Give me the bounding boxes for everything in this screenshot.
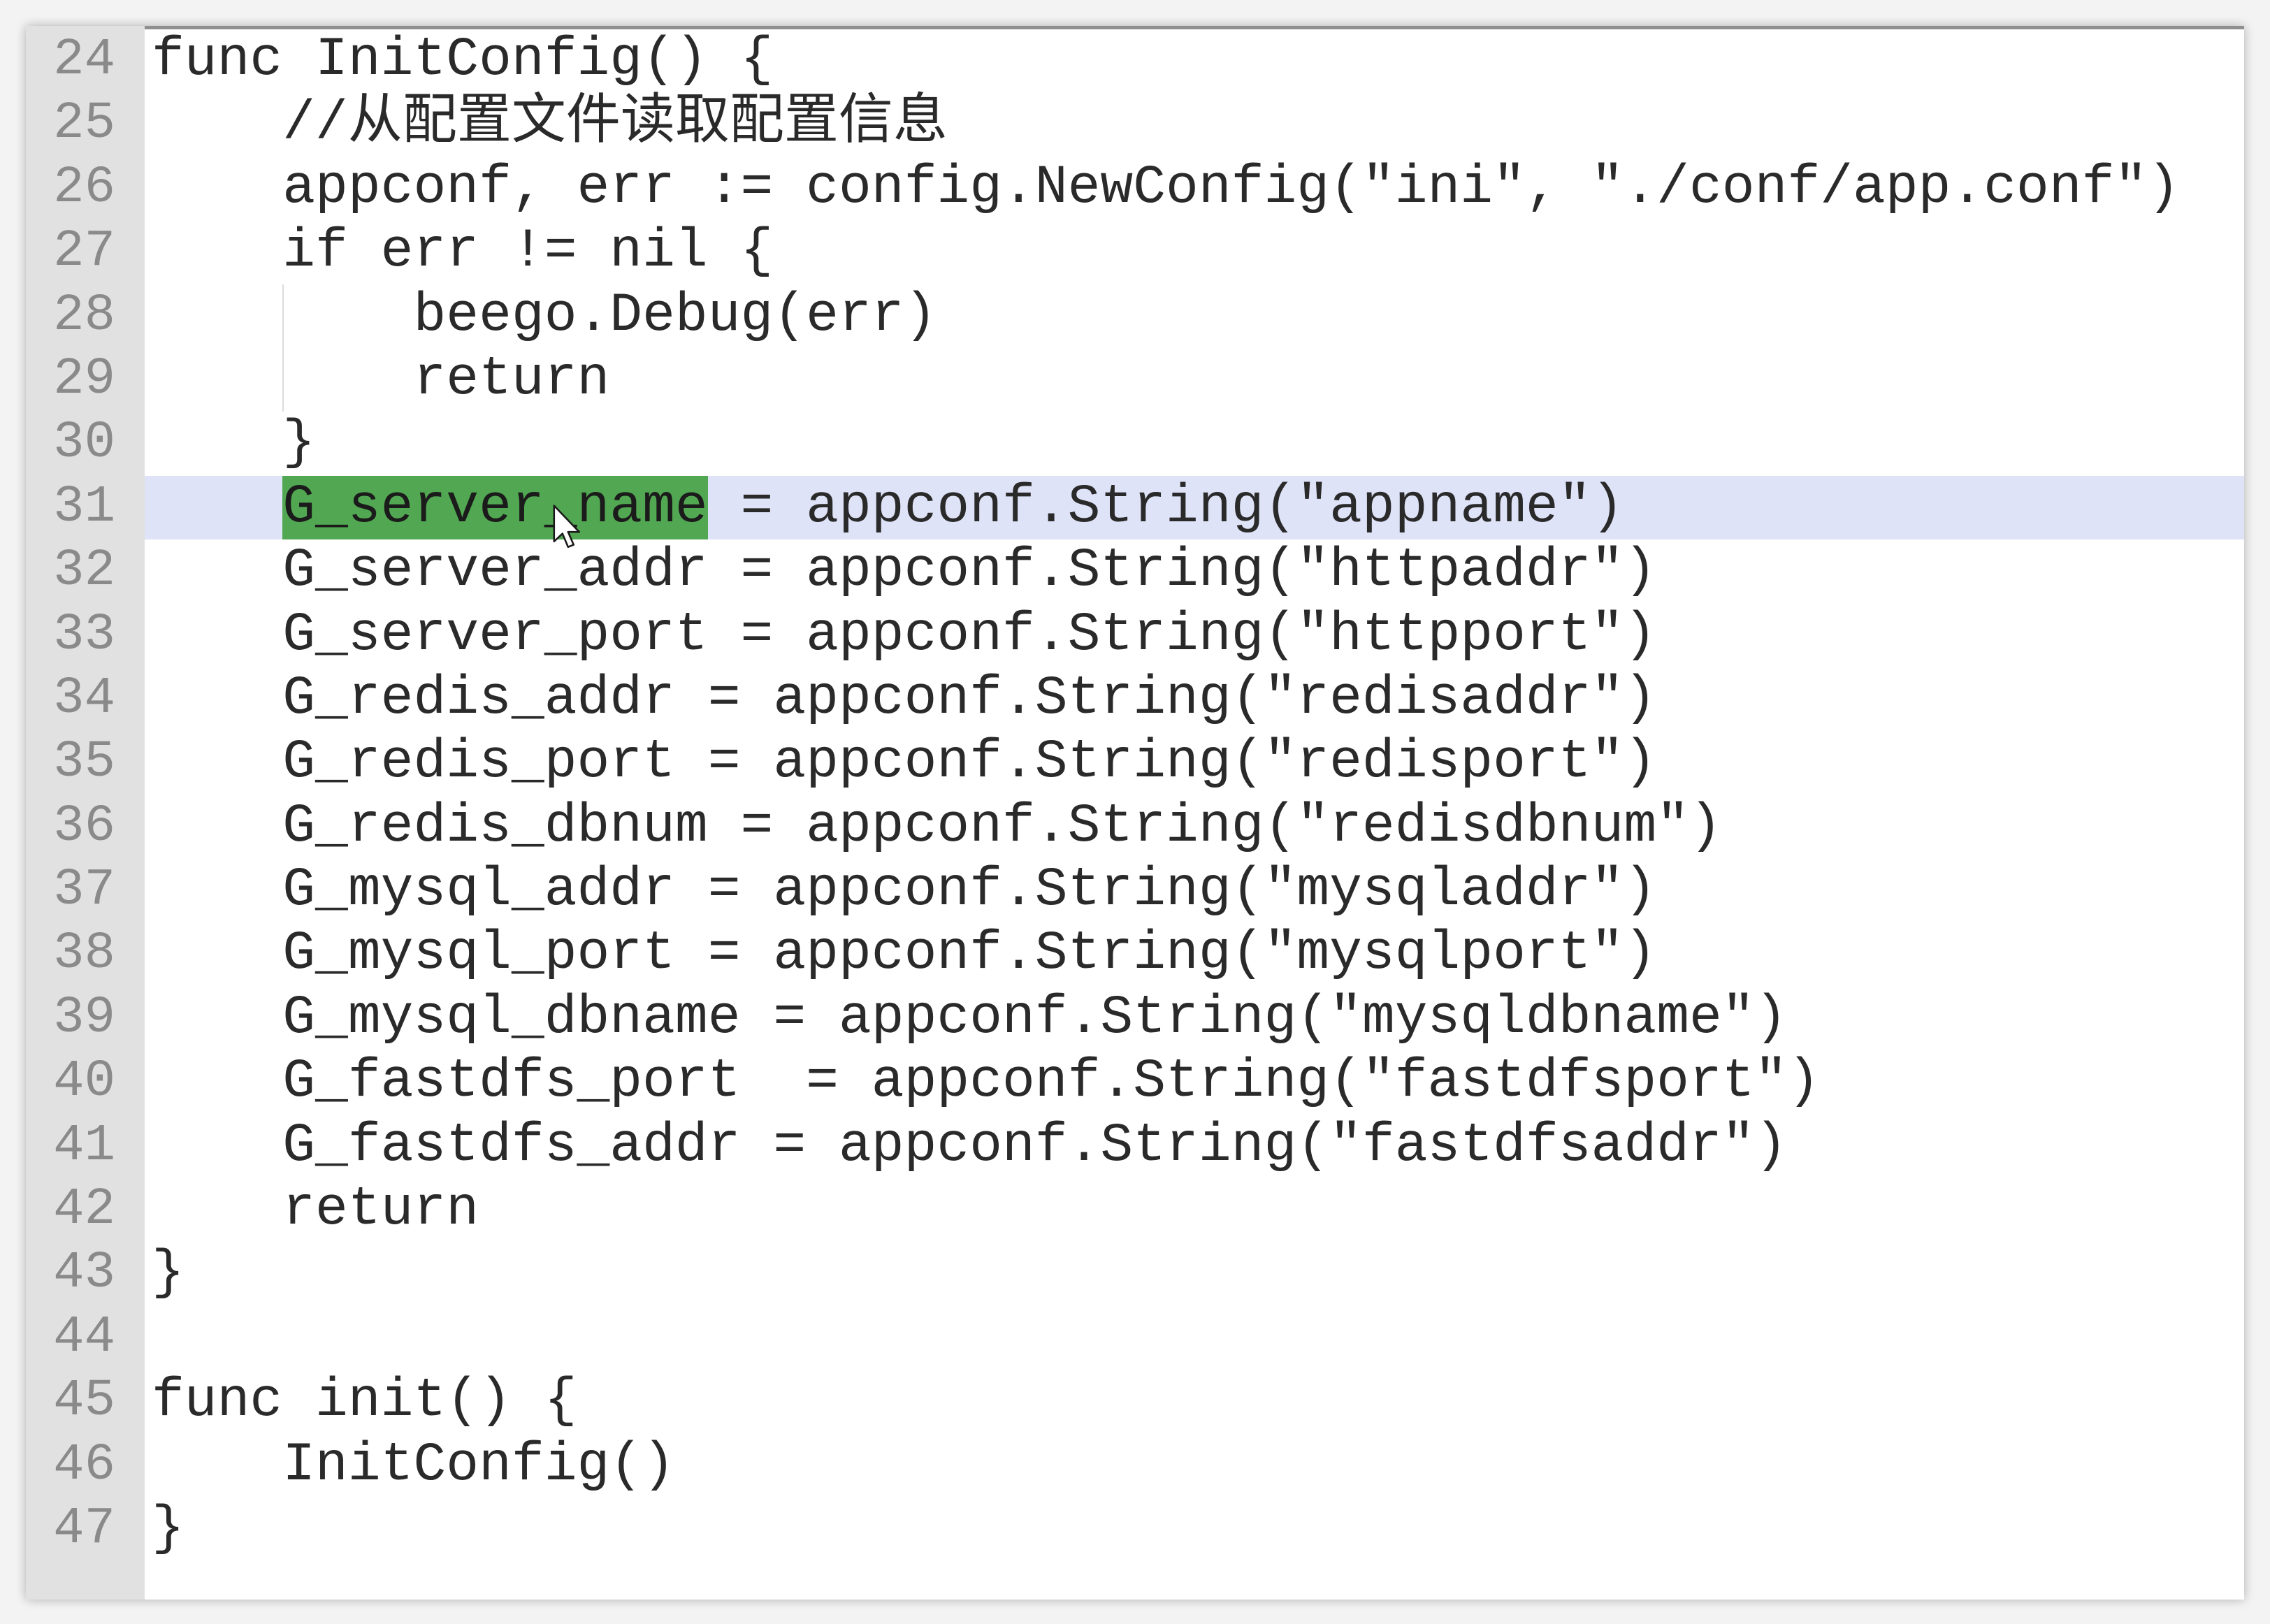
code-line[interactable]: 30 }: [26, 412, 2244, 475]
code-line[interactable]: 42 return: [26, 1178, 2244, 1242]
line-number: 27: [53, 222, 115, 282]
code-line[interactable]: 24 func InitConfig() {: [26, 29, 2244, 92]
line-text[interactable]: //从配置文件读取配置信息: [145, 92, 2244, 156]
line-number: 38: [53, 925, 115, 984]
line-text[interactable]: return: [145, 1178, 2244, 1242]
line-number: 31: [53, 477, 115, 537]
line-number: 39: [53, 988, 115, 1047]
line-number: 47: [53, 1499, 115, 1558]
mouse-pointer-icon: [553, 505, 581, 549]
line-text[interactable]: G_redis_port = appconf.String("redisport…: [145, 731, 2244, 795]
code-line[interactable]: 45 func init() {: [26, 1370, 2244, 1433]
line-text[interactable]: G_server_addr = appconf.String("httpaddr…: [145, 539, 2244, 603]
code-line[interactable]: 27 if err != nil {: [26, 220, 2244, 284]
line-text[interactable]: beego.Debug(err): [145, 284, 2244, 348]
line-text[interactable]: G_redis_dbnum = appconf.String("redisdbn…: [145, 795, 2244, 859]
line-text[interactable]: appconf, err := config.NewConfig("ini", …: [145, 157, 2244, 220]
code-line[interactable]: 37 G_mysql_addr = appconf.String("mysqla…: [26, 859, 2244, 922]
code-line[interactable]: 39 G_mysql_dbname = appconf.String("mysq…: [26, 987, 2244, 1050]
line-number: 41: [53, 1116, 115, 1175]
line-text[interactable]: }: [145, 1498, 2244, 1561]
line-text[interactable]: return: [145, 348, 2244, 412]
current-code-line[interactable]: 31 G_server_name = appconf.String("appna…: [26, 475, 2244, 540]
code-line[interactable]: 46 InitConfig(): [26, 1434, 2244, 1498]
code-line[interactable]: 44: [26, 1306, 2244, 1370]
line-text[interactable]: }: [145, 412, 2244, 475]
line-text[interactable]: G_mysql_port = appconf.String("mysqlport…: [145, 922, 2244, 986]
code-line[interactable]: 41 G_fastdfs_addr = appconf.String("fast…: [26, 1115, 2244, 1178]
line-text[interactable]: [145, 1306, 2244, 1370]
code-line[interactable]: 40 G_fastdfs_port = appconf.String("fast…: [26, 1050, 2244, 1114]
line-number: 40: [53, 1052, 115, 1112]
line-text[interactable]: G_fastdfs_port = appconf.String("fastdfs…: [145, 1050, 2244, 1114]
line-text[interactable]: }: [145, 1242, 2244, 1305]
selected-text[interactable]: G_server_name: [282, 475, 708, 540]
line-text[interactable]: func init() {: [145, 1370, 2244, 1433]
line-text[interactable]: G_server_name = appconf.String("appname"…: [145, 475, 2244, 540]
line-text[interactable]: G_redis_addr = appconf.String("redisaddr…: [145, 667, 2244, 731]
line-number: 36: [53, 797, 115, 856]
line-number: 29: [53, 349, 115, 409]
code-line[interactable]: 47 }: [26, 1498, 2244, 1561]
line-number: 32: [53, 542, 115, 601]
code-lines[interactable]: 24 func InitConfig() { 25 //从配置文件读取配置信息 …: [26, 29, 2244, 1561]
line-text[interactable]: func InitConfig() {: [145, 29, 2244, 92]
line-text[interactable]: G_mysql_addr = appconf.String("mysqladdr…: [145, 859, 2244, 922]
line-number: 37: [53, 861, 115, 920]
line-text[interactable]: G_fastdfs_addr = appconf.String("fastdfs…: [145, 1115, 2244, 1178]
code-line[interactable]: 34 G_redis_addr = appconf.String("redisa…: [26, 667, 2244, 731]
code-line[interactable]: 35 G_redis_port = appconf.String("redisp…: [26, 731, 2244, 795]
line-text[interactable]: if err != nil {: [145, 220, 2244, 284]
code-editor[interactable]: 24 func InitConfig() { 25 //从配置文件读取配置信息 …: [26, 26, 2244, 1600]
code-line[interactable]: 29 return: [26, 348, 2244, 412]
line-number: 33: [53, 605, 115, 665]
code-line[interactable]: 32 G_server_addr = appconf.String("httpa…: [26, 539, 2244, 603]
line-number: 28: [53, 286, 115, 345]
line-text[interactable]: InitConfig(): [145, 1434, 2244, 1498]
code-line[interactable]: 26 appconf, err := config.NewConfig("ini…: [26, 157, 2244, 220]
code-line[interactable]: 38 G_mysql_port = appconf.String("mysqlp…: [26, 922, 2244, 986]
line-number: 24: [53, 31, 115, 89]
code-line[interactable]: 36 G_redis_dbnum = appconf.String("redis…: [26, 795, 2244, 859]
line-number: 42: [53, 1180, 115, 1240]
line-indent[interactable]: [152, 477, 282, 538]
line-number: 26: [53, 158, 115, 217]
line-number: 43: [53, 1244, 115, 1303]
code-line[interactable]: 25 //从配置文件读取配置信息: [26, 92, 2244, 156]
line-number: 44: [53, 1307, 115, 1367]
line-number: 45: [53, 1372, 115, 1431]
code-line[interactable]: 28 beego.Debug(err): [26, 284, 2244, 348]
line-text[interactable]: G_server_port = appconf.String("httpport…: [145, 604, 2244, 667]
line-text-rest[interactable]: = appconf.String("appname"): [708, 477, 1624, 538]
line-number: 25: [53, 94, 115, 154]
line-number: 34: [53, 669, 115, 728]
line-text[interactable]: G_mysql_dbname = appconf.String("mysqldb…: [145, 987, 2244, 1050]
line-number: 35: [53, 733, 115, 792]
code-line[interactable]: 33 G_server_port = appconf.String("httpp…: [26, 604, 2244, 667]
line-number: 46: [53, 1435, 115, 1495]
line-number: 30: [53, 414, 115, 473]
code-line[interactable]: 43 }: [26, 1242, 2244, 1305]
